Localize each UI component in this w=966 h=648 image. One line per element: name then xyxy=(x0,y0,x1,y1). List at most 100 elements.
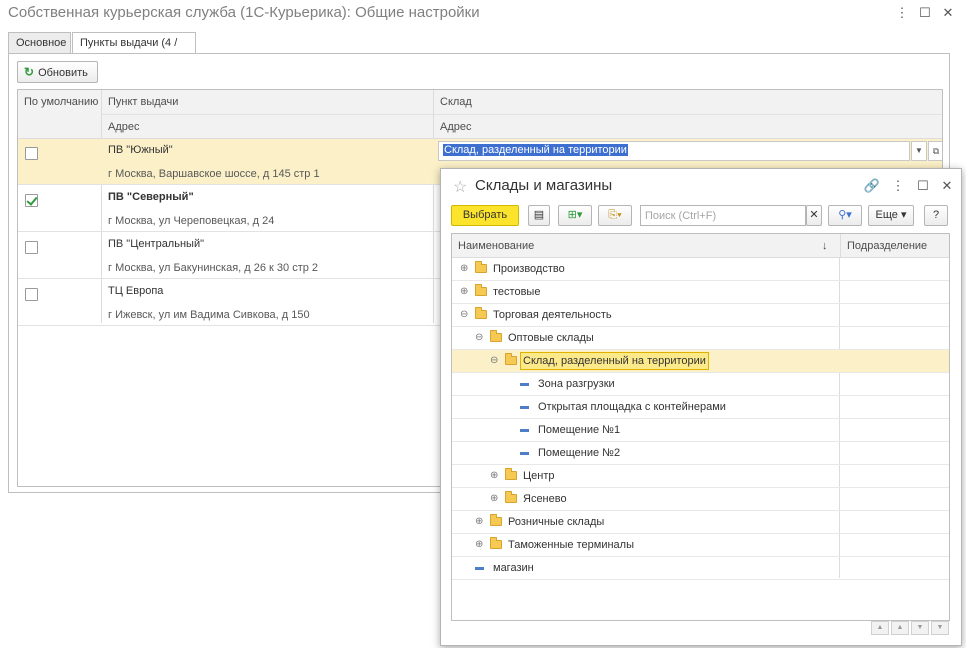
folder-icon xyxy=(490,537,502,549)
default-checkbox[interactable] xyxy=(25,241,38,254)
header-default[interactable]: По умолчанию xyxy=(18,90,98,114)
point-name: ПВ "Северный" xyxy=(108,191,194,203)
item-icon xyxy=(475,567,484,570)
expand-icon[interactable]: ⊕ xyxy=(490,470,498,481)
select-button[interactable]: Выбрать xyxy=(451,205,519,226)
expand-icon[interactable]: ⊕ xyxy=(460,286,468,297)
more-button[interactable]: Еще ▾ xyxy=(868,205,914,226)
collapse-icon[interactable]: ⊖ xyxy=(460,309,468,320)
point-address: г Ижевск, ул им Вадима Сивкова, д 150 xyxy=(108,309,310,321)
collapse-icon[interactable]: ⊖ xyxy=(490,355,498,366)
point-address: г Москва, ул Бакунинская, д 26 к 30 стр … xyxy=(108,262,319,274)
expand-icon[interactable]: ⊕ xyxy=(475,516,483,527)
expand-icon[interactable]: ⊕ xyxy=(490,493,498,504)
point-address: г Москва, ул Череповецкая, д 24 xyxy=(108,215,275,227)
header-pickup-point[interactable]: Пункт выдачи xyxy=(102,90,178,114)
tree-item-label: тестовые xyxy=(493,286,541,298)
create-icon: ⊞▾ xyxy=(567,209,583,221)
expand-icon[interactable]: ⊕ xyxy=(475,539,483,550)
folder-icon xyxy=(490,330,502,342)
clear-icon: ✕ xyxy=(809,209,819,221)
list-view-button[interactable]: ▤ xyxy=(528,205,550,226)
link-icon[interactable]: 🔗 xyxy=(863,177,881,195)
refresh-label: Обновить xyxy=(38,67,88,79)
tab-pickup-points[interactable]: Пункты выдачи (4 / 4) xyxy=(72,32,196,69)
window-title: Собственная курьерская служба (1С-Курьер… xyxy=(8,4,480,21)
tree-row[interactable]: ⊖ Склад, разделенный на территории xyxy=(452,350,949,373)
maximize-icon[interactable]: ☐ xyxy=(916,4,934,22)
list-icon: ▤ xyxy=(533,209,545,221)
header-warehouse[interactable]: Склад xyxy=(434,90,472,114)
close-icon[interactable]: ✕ xyxy=(938,177,956,195)
header-warehouse-address[interactable]: Адрес xyxy=(434,115,472,139)
refresh-button[interactable]: ↻ Обновить xyxy=(17,61,98,83)
tree-row[interactable]: ⊕ Ясенево xyxy=(452,488,949,511)
tree-row[interactable]: ⊖ Оптовые склады xyxy=(452,327,949,350)
tree-row[interactable]: ⊕ тестовые xyxy=(452,281,949,304)
tree-row[interactable]: Зона разгрузки xyxy=(452,373,949,396)
tab-main[interactable]: Основное xyxy=(8,32,71,53)
default-checkbox[interactable] xyxy=(25,194,38,207)
refresh-icon: ↻ xyxy=(24,65,35,79)
help-button[interactable]: ? xyxy=(924,205,948,226)
tree-item-label: Ясенево xyxy=(523,493,567,505)
more-menu-icon[interactable]: ⋮ xyxy=(893,4,911,22)
tree-row[interactable]: ⊕ Центр xyxy=(452,465,949,488)
tree-header: Наименование ↓ Подразделение xyxy=(452,234,949,258)
folder-icon xyxy=(505,468,517,480)
item-icon xyxy=(520,452,529,455)
header-division[interactable]: Подразделение xyxy=(840,234,927,258)
tree-item-label: Открытая площадка с контейнерами xyxy=(538,401,726,413)
point-name: ТЦ Европа xyxy=(108,285,164,297)
tree-item-label: Центр xyxy=(523,470,555,482)
default-checkbox[interactable] xyxy=(25,147,38,160)
item-icon xyxy=(520,429,529,432)
warehouse-field[interactable]: Склад, разделенный на территории xyxy=(438,141,910,161)
item-icon xyxy=(520,383,529,386)
point-address: г Москва, Варшавское шоссе, д 145 стр 1 xyxy=(108,168,320,180)
tree-row[interactable]: ⊕ Производство xyxy=(452,258,949,281)
clear-search-button[interactable]: ✕ xyxy=(806,205,822,226)
tree-row[interactable]: Открытая площадка с контейнерами xyxy=(452,396,949,419)
search-button[interactable]: ⚲▾ xyxy=(828,205,862,226)
search-input[interactable] xyxy=(640,205,806,226)
folder-icon xyxy=(475,284,487,296)
close-icon[interactable]: ✕ xyxy=(939,4,957,22)
tree-row[interactable]: магазин xyxy=(452,557,949,580)
tree-row[interactable]: ⊖ Торговая деятельность xyxy=(452,304,949,327)
collapse-icon[interactable]: ⊖ xyxy=(475,332,483,343)
more-label: Еще xyxy=(875,209,898,221)
sort-icon[interactable]: ↓ xyxy=(816,234,828,258)
header-divider xyxy=(102,114,942,115)
tree-row[interactable]: ⊕ Розничные склады xyxy=(452,511,949,534)
default-checkbox[interactable] xyxy=(25,288,38,301)
tree-row[interactable]: Помещение №1 xyxy=(452,419,949,442)
header-name[interactable]: Наименование xyxy=(452,234,534,258)
tree-item-label: Розничные склады xyxy=(508,516,605,528)
item-icon xyxy=(520,406,529,409)
tree-item-label: Производство xyxy=(493,263,565,275)
favorite-star-icon[interactable]: ☆ xyxy=(453,177,467,197)
scroll-down-button[interactable]: ▼ xyxy=(911,621,929,635)
tree-item-label: Зона разгрузки xyxy=(538,378,615,390)
more-menu-icon[interactable]: ⋮ xyxy=(889,177,907,195)
dropdown-arrow-icon[interactable]: ▼ xyxy=(911,141,927,161)
tree-row[interactable]: ⊕ Таможенные терминалы xyxy=(452,534,949,557)
scroll-last-button[interactable]: ▼ xyxy=(931,621,949,635)
popup-title: Склады и магазины xyxy=(475,177,613,194)
copy-icon: ⎘▾ xyxy=(608,209,622,221)
scroll-up-button[interactable]: ▲ xyxy=(891,621,909,635)
tree-row[interactable]: Помещение №2 xyxy=(452,442,949,465)
folder-icon xyxy=(475,261,487,273)
copy-button[interactable]: ⎘▾ xyxy=(598,205,632,226)
header-address[interactable]: Адрес xyxy=(102,115,140,139)
scroll-first-button[interactable]: ▲ xyxy=(871,621,889,635)
expand-icon[interactable]: ⊕ xyxy=(460,263,468,274)
tree-item-label: Помещение №1 xyxy=(538,424,621,436)
tree-item-label: магазин xyxy=(493,562,534,574)
warehouses-popup: ☆ Склады и магазины 🔗 ⋮ ☐ ✕ Выбрать ▤ ⊞▾… xyxy=(440,168,962,646)
folder-icon xyxy=(505,491,517,503)
open-form-icon[interactable]: ⧉ xyxy=(928,141,942,161)
create-button[interactable]: ⊞▾ xyxy=(558,205,592,226)
maximize-icon[interactable]: ☐ xyxy=(914,177,932,195)
